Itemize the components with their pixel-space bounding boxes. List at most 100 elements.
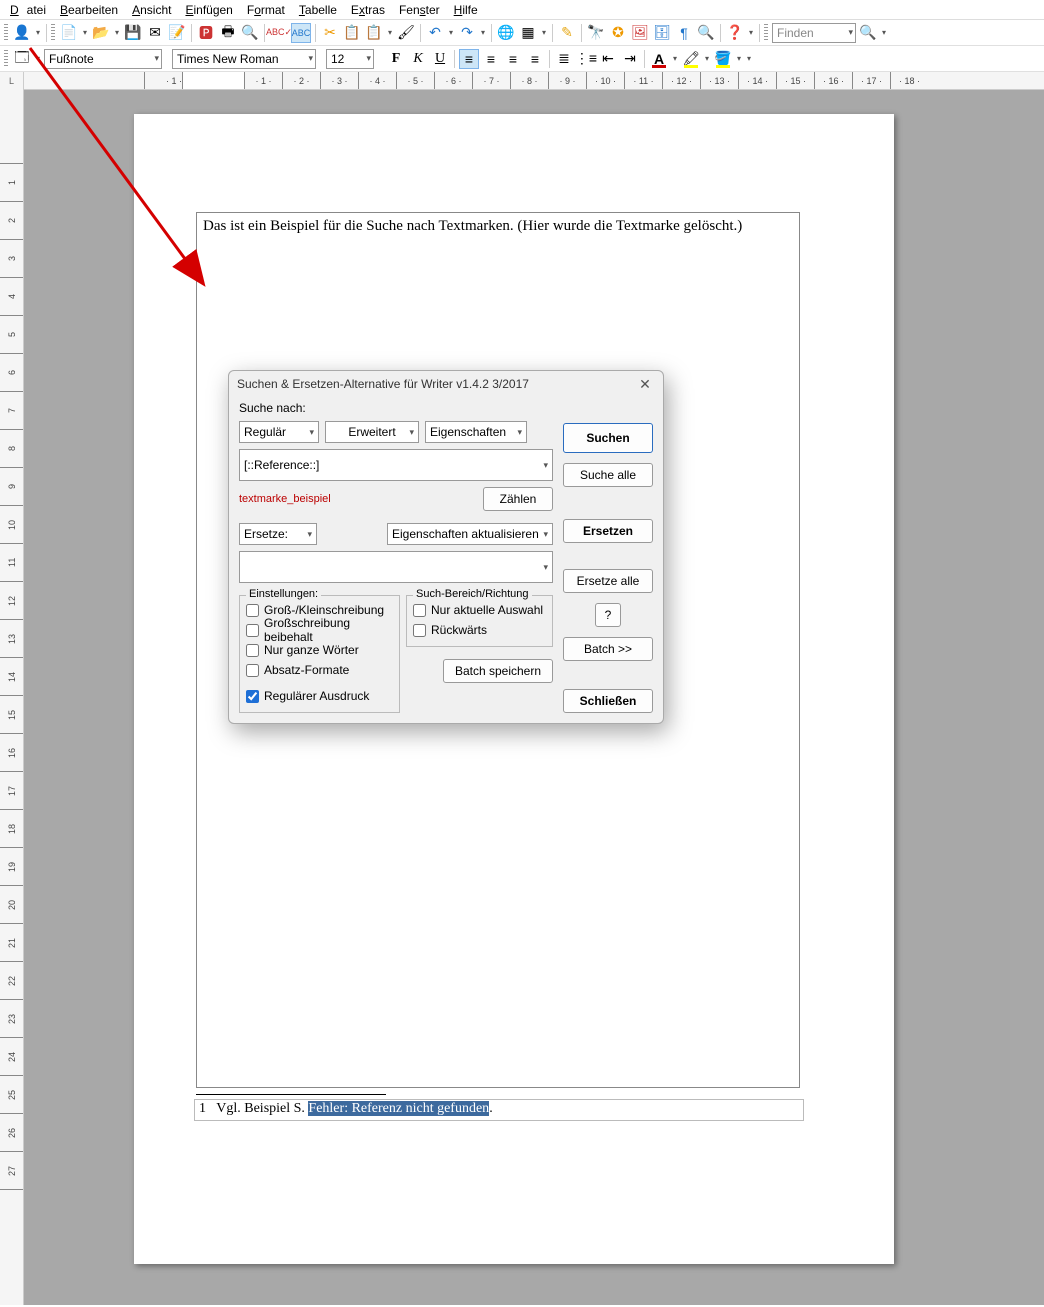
nonprinting-icon[interactable]: ¶ bbox=[674, 23, 694, 43]
toolbar-grip[interactable] bbox=[51, 24, 55, 42]
menu-edit[interactable]: Bearbeiten bbox=[56, 2, 122, 17]
chk-backwards[interactable]: Rückwärts bbox=[413, 620, 546, 640]
align-right-icon[interactable]: ≡ bbox=[503, 49, 523, 69]
save-icon[interactable]: 💾 bbox=[123, 23, 143, 43]
bold-icon[interactable]: F bbox=[386, 49, 406, 69]
new-doc-icon[interactable]: 📄 bbox=[59, 23, 79, 43]
replace-combo[interactable]: Ersetze:▾ bbox=[239, 523, 317, 545]
count-button[interactable]: Zählen bbox=[483, 487, 553, 511]
datasource-icon[interactable]: 🗄 bbox=[652, 23, 672, 43]
chk-keepcase[interactable]: Großschreibung beibehalt bbox=[246, 620, 393, 640]
dropdown-icon[interactable]: ▾ bbox=[34, 23, 42, 43]
preview-icon[interactable]: 🔍 bbox=[240, 23, 260, 43]
export-pdf-icon[interactable]: 🅿 bbox=[196, 23, 216, 43]
email-icon[interactable]: ✉ bbox=[145, 23, 165, 43]
document-canvas[interactable]: Das ist ein Beispiel für die Suche nach … bbox=[24, 90, 1044, 1305]
help-button[interactable]: ? bbox=[595, 603, 621, 627]
indent-inc-icon[interactable]: ⇥ bbox=[620, 49, 640, 69]
vertical-ruler[interactable]: 123 456 789 101112 131415 161718 192021 … bbox=[0, 90, 24, 1305]
align-center-icon[interactable]: ≡ bbox=[481, 49, 501, 69]
spellcheck-icon[interactable]: ABC✓ bbox=[269, 23, 289, 43]
ruler-corner: L bbox=[0, 72, 24, 90]
hyperlink-icon[interactable]: 🌐 bbox=[496, 23, 516, 43]
search-input[interactable]: [::Reference::]▾ bbox=[239, 449, 553, 481]
align-justify-icon[interactable]: ≡ bbox=[525, 49, 545, 69]
dialog-titlebar[interactable]: Suchen & Ersetzen-Alternative für Writer… bbox=[229, 371, 663, 397]
gallery-icon[interactable]: 🖼 bbox=[630, 23, 650, 43]
footnote-frame[interactable]: 1 Vgl. Beispiel S. Fehler: Referenz nich… bbox=[194, 1099, 804, 1121]
align-left-icon[interactable]: ≡ bbox=[459, 49, 479, 69]
dropdown-icon[interactable]: ▾ bbox=[745, 49, 753, 69]
update-props-combo[interactable]: Eigenschaften aktualisieren▾ bbox=[387, 523, 553, 545]
paragraph-style-combo[interactable]: Fußnote▾ bbox=[44, 49, 162, 69]
find-combo[interactable]: Finden ▾ bbox=[772, 23, 856, 43]
extended-combo[interactable]: Erweitert▾ bbox=[325, 421, 419, 443]
redo-icon[interactable]: ↷ bbox=[457, 23, 477, 43]
batch-save-button[interactable]: Batch speichern bbox=[443, 659, 553, 683]
standard-toolbar: 👤 ▾ 📄▾ 📂▾ 💾 ✉ 📝 🅿 🖶 🔍 ABC✓ ABC ✂ 📋 📋▾ 🖌 … bbox=[0, 20, 1044, 46]
toolbar-grip[interactable] bbox=[4, 24, 8, 42]
toolbar-grip[interactable] bbox=[4, 50, 8, 68]
copy-icon[interactable]: 📋 bbox=[342, 23, 362, 43]
undo-icon[interactable]: ↶ bbox=[425, 23, 445, 43]
menu-view[interactable]: Ansicht bbox=[128, 2, 175, 17]
table-icon[interactable]: ▦ bbox=[518, 23, 538, 43]
close-button[interactable]: Schließen bbox=[563, 689, 653, 713]
menu-insert[interactable]: Einfügen bbox=[181, 2, 236, 17]
navigator-icon[interactable]: ✪ bbox=[608, 23, 628, 43]
bgcolor-icon[interactable]: 🪣 bbox=[713, 49, 733, 69]
replace-button[interactable]: Ersetzen bbox=[563, 519, 653, 543]
replace-all-button[interactable]: Ersetze alle bbox=[563, 569, 653, 593]
close-icon[interactable]: ✕ bbox=[635, 374, 655, 394]
chk-paraformat[interactable]: Absatz-Formate bbox=[246, 660, 393, 680]
replace-input[interactable]: ▾ bbox=[239, 551, 553, 583]
menu-file[interactable]: Datei bbox=[6, 2, 50, 17]
font-name-combo[interactable]: Times New Roman▾ bbox=[172, 49, 316, 69]
horizontal-ruler[interactable]: · 1 · · 1 · · 2 · · 3 · · 4 · · 5 · · 6 … bbox=[24, 72, 1044, 89]
numbered-list-icon[interactable]: ≣ bbox=[554, 49, 574, 69]
find-replace-icon[interactable]: 🔭 bbox=[586, 23, 606, 43]
open-icon[interactable]: 📂 bbox=[91, 23, 111, 43]
styles-icon[interactable]: 🗔 bbox=[12, 49, 32, 69]
chk-regex[interactable]: Regulärer Ausdruck bbox=[246, 686, 393, 706]
font-size-combo[interactable]: 12▾ bbox=[326, 49, 374, 69]
format-paint-icon[interactable]: 🖌 bbox=[396, 23, 416, 43]
font-color-icon[interactable]: A bbox=[649, 49, 669, 69]
toolbar-grip[interactable] bbox=[764, 24, 768, 42]
highlight-icon[interactable]: 🖍 bbox=[681, 49, 701, 69]
paste-icon[interactable]: 📋 bbox=[364, 23, 384, 43]
status-text: textmarke_beispiel bbox=[239, 493, 331, 505]
bullet-list-icon[interactable]: ⋮≡ bbox=[576, 49, 596, 69]
properties-combo[interactable]: Eigenschaften▾ bbox=[425, 421, 527, 443]
autospell-icon[interactable]: ABC bbox=[291, 23, 311, 43]
batch-button[interactable]: Batch >> bbox=[563, 637, 653, 661]
search-button[interactable]: Suchen bbox=[563, 423, 653, 453]
menu-extras[interactable]: Extras bbox=[347, 2, 389, 17]
altsearch-icon[interactable]: 👤 bbox=[12, 23, 32, 43]
menu-window[interactable]: Fenster bbox=[395, 2, 444, 17]
zoom-icon[interactable]: 🔍 bbox=[696, 23, 716, 43]
workspace: 123 456 789 101112 131415 161718 192021 … bbox=[0, 90, 1044, 1305]
search-all-button[interactable]: Suche alle bbox=[563, 463, 653, 487]
help-icon[interactable]: ❓ bbox=[725, 23, 745, 43]
menu-table[interactable]: Tabelle bbox=[295, 2, 341, 17]
menu-format[interactable]: Format bbox=[243, 2, 289, 17]
underline-icon[interactable]: U bbox=[430, 49, 450, 69]
italic-icon[interactable]: K bbox=[408, 49, 428, 69]
settings-fieldset: Einstellungen: Groß-/Kleinschreibung Gro… bbox=[239, 595, 400, 713]
cut-icon[interactable]: ✂ bbox=[320, 23, 340, 43]
menu-help[interactable]: Hilfe bbox=[450, 2, 482, 17]
draw-icon[interactable]: ✎ bbox=[557, 23, 577, 43]
dropdown-icon[interactable]: ▾ bbox=[880, 23, 888, 43]
find-next-icon[interactable]: 🔍 bbox=[858, 23, 878, 43]
indent-dec-icon[interactable]: ⇤ bbox=[598, 49, 618, 69]
footnote-separator bbox=[196, 1094, 386, 1095]
print-icon[interactable]: 🖶 bbox=[218, 23, 238, 43]
alt-search-dialog: Suchen & Ersetzen-Alternative für Writer… bbox=[228, 370, 664, 724]
chk-selection[interactable]: Nur aktuelle Auswahl bbox=[413, 600, 546, 620]
dropdown-icon[interactable]: ▾ bbox=[747, 23, 755, 43]
formatting-toolbar: 🗔 ▾ Fußnote▾ Times New Roman▾ 12▾ F K U … bbox=[0, 46, 1044, 72]
edit-doc-icon[interactable]: 📝 bbox=[167, 23, 187, 43]
footnote-prefix: Vgl. Beispiel S. bbox=[216, 1101, 308, 1116]
regular-combo[interactable]: Regulär▾ bbox=[239, 421, 319, 443]
